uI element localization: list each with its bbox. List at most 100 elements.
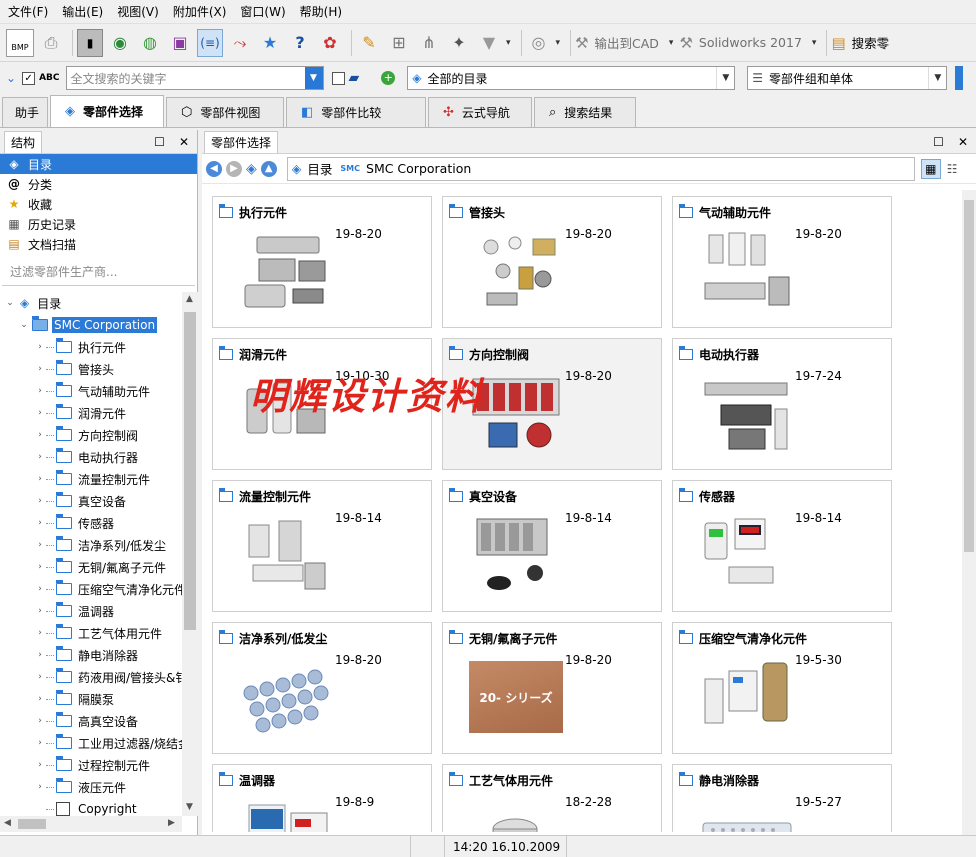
expand-icon[interactable]: › — [34, 584, 46, 594]
disc-dropdown-icon[interactable]: ▾ — [556, 38, 561, 48]
tab-search-results[interactable]: ⌕ 搜索结果 — [534, 97, 636, 127]
disc-icon[interactable]: ◎ — [526, 29, 552, 57]
back-arrow-icon[interactable]: ◀ — [206, 160, 222, 177]
cad-system-dropdown-icon[interactable]: ▾ — [812, 38, 817, 48]
category-card[interactable]: 真空设备 19-8-14 — [442, 480, 662, 612]
tree-node-category[interactable]: › 静电消除器 — [0, 644, 182, 666]
scroll-down-icon[interactable]: ▼ — [186, 802, 193, 812]
tree-node-copyright[interactable]: Copyright — [0, 798, 182, 816]
scroll-thumb[interactable] — [18, 819, 46, 829]
filter-icon[interactable]: ▼ — [476, 29, 502, 57]
tree-node-category[interactable]: › 药液用阀/管接头&钅 — [0, 666, 182, 688]
expand-icon[interactable]: › — [34, 364, 46, 374]
abc-checkbox[interactable]: ✓ — [22, 71, 36, 85]
scroll-up-icon[interactable]: ▲ — [186, 294, 193, 304]
menu-view[interactable]: 视图(V) — [113, 0, 163, 24]
add-search-icon[interactable]: + — [381, 71, 396, 85]
tree-node-category[interactable]: › 无铜/氟离子元件 — [0, 556, 182, 578]
help-icon[interactable]: ? — [287, 29, 313, 57]
export-to-cad-button[interactable]: ⚒ 输出到CAD — [575, 29, 659, 57]
tree-node-category[interactable]: › 隔膜泵 — [0, 688, 182, 710]
equals-icon[interactable]: (≡) — [197, 28, 223, 57]
tree-node-category[interactable]: › 润滑元件 — [0, 402, 182, 424]
nav-favorites[interactable]: ★ 收藏 — [0, 194, 197, 214]
breadcrumb-vendor[interactable]: SMC Corporation — [366, 161, 471, 176]
category-card[interactable]: 流量控制元件 19-8-14 — [212, 480, 432, 612]
printer-icon[interactable]: ⎙ — [38, 29, 64, 57]
tree-horizontal-scrollbar[interactable]: ◀ ▶ — [0, 816, 182, 832]
tree-node-category[interactable]: › 工业用过滤器/烧结金 — [0, 732, 182, 754]
expand-icon[interactable]: › — [34, 408, 46, 418]
scroll-thumb[interactable] — [184, 312, 196, 630]
expand-icon[interactable]: › — [34, 716, 46, 726]
nav-document-scan[interactable]: ▤ 文档扫描 — [0, 234, 197, 254]
magic-wand-icon[interactable]: ✦ — [446, 29, 472, 57]
book-icon[interactable]: ▰ — [349, 70, 360, 86]
phone-icon[interactable]: ▮ — [77, 28, 103, 57]
grid-view-icon[interactable]: ▦ — [920, 158, 941, 179]
grid-vertical-scrollbar[interactable] — [962, 190, 976, 835]
maximize-icon[interactable]: ☐ — [933, 135, 944, 149]
export-dropdown-icon[interactable]: ▾ — [669, 38, 674, 48]
expand-icon[interactable]: › — [34, 474, 46, 484]
expand-icon[interactable]: › — [34, 628, 46, 638]
tab-part-compare[interactable]: ◧ 零部件比较 — [286, 97, 426, 127]
category-card[interactable]: 气动辅助元件 19-8-20 — [672, 196, 892, 328]
category-card[interactable]: 管接头 19-8-20 — [442, 196, 662, 328]
cad-system-selector[interactable]: ⚒ Solidworks 2017 — [679, 29, 801, 57]
expand-icon[interactable]: › — [34, 430, 46, 440]
tree-node-category[interactable]: › 洁净系列/低发尘 — [0, 534, 182, 556]
up-arrow-icon[interactable]: ▲ — [260, 160, 277, 177]
nav-classification[interactable]: @ 分类 — [0, 174, 197, 194]
menu-window[interactable]: 窗口(W) — [236, 0, 289, 24]
expand-icon[interactable]: › — [34, 540, 46, 550]
catalog-scope-select[interactable]: ◈ 全部的目录 ▼ — [407, 66, 736, 90]
expand-icon[interactable]: › — [34, 694, 46, 704]
tree-node-category[interactable]: › 过程控制元件 — [0, 754, 182, 776]
expand-icon[interactable]: › — [34, 606, 46, 616]
expand-icon[interactable]: › — [34, 342, 46, 352]
tree-export-icon[interactable]: ⊞ — [386, 29, 412, 57]
chart-icon[interactable]: ⤳ — [227, 29, 253, 57]
tab-cloud-navigation[interactable]: ✣ 云式导航 — [428, 97, 532, 127]
tree-node-category[interactable]: › 气动辅助元件 — [0, 380, 182, 402]
tree-vertical-scrollbar[interactable]: ▲ ▼ — [182, 292, 198, 816]
expand-icon[interactable]: › — [34, 672, 46, 682]
filter-dropdown-icon[interactable]: ▾ — [506, 38, 511, 48]
tree-node-category[interactable]: › 执行元件 — [0, 336, 182, 358]
nav-catalog[interactable]: ◈ 目录 — [0, 154, 197, 174]
menu-addons[interactable]: 附加件(X) — [169, 0, 231, 24]
tree-node-category[interactable]: › 温调器 — [0, 600, 182, 622]
tab-part-selection[interactable]: ◈ 零部件选择 — [50, 95, 164, 127]
paint-icon[interactable]: ✎ — [356, 29, 382, 57]
category-card[interactable]: 压缩空气清净化元件 19-5-30 — [672, 622, 892, 754]
search-history-dropdown-icon[interactable]: ▼ — [304, 67, 323, 89]
nav-history[interactable]: ▦ 历史记录 — [0, 214, 197, 234]
menu-export[interactable]: 输出(E) — [58, 0, 107, 24]
category-card[interactable]: 工艺气体用元件 18-2-28 — [442, 764, 662, 832]
tree-node-category[interactable]: › 工艺气体用元件 — [0, 622, 182, 644]
tree-node-category[interactable]: › 真空设备 — [0, 490, 182, 512]
breadcrumb-root[interactable]: 目录 — [307, 159, 332, 178]
close-icon[interactable]: ✕ — [179, 135, 189, 149]
category-card[interactable]: 静电消除器 19-5-27 — [672, 764, 892, 832]
cubes-icon[interactable]: ▣ — [167, 29, 193, 57]
catalog-home-icon[interactable]: ◈ — [246, 161, 257, 177]
close-icon[interactable]: ✕ — [958, 135, 968, 149]
tree-node-category[interactable]: › 压缩空气清净化元件 — [0, 578, 182, 600]
collapse-icon[interactable]: ⌄ — [4, 298, 16, 308]
category-card[interactable]: 传感器 19-8-14 — [672, 480, 892, 612]
expand-icon[interactable]: › — [34, 496, 46, 506]
list-view-icon[interactable]: ☷ — [947, 162, 958, 176]
scroll-right-icon[interactable]: ▶ — [168, 818, 175, 828]
catalog-scope-dropdown-icon[interactable]: ▼ — [716, 67, 734, 89]
tree-node-category[interactable]: › 高真空设备 — [0, 710, 182, 732]
category-card[interactable]: 无铜/氟离子元件 19-8-20 20- シリーズ — [442, 622, 662, 754]
tab-assistant[interactable]: 助手 — [2, 97, 48, 127]
category-card[interactable]: 温调器 19-8-9 — [212, 764, 432, 832]
network-globe-icon[interactable]: ◍ — [137, 29, 163, 57]
result-filter-dropdown-icon[interactable]: ▼ — [928, 67, 946, 89]
tree-node-category[interactable]: › 管接头 — [0, 358, 182, 380]
scroll-thumb[interactable] — [964, 200, 974, 552]
collapse-icon[interactable]: ⌄ — [18, 320, 30, 330]
